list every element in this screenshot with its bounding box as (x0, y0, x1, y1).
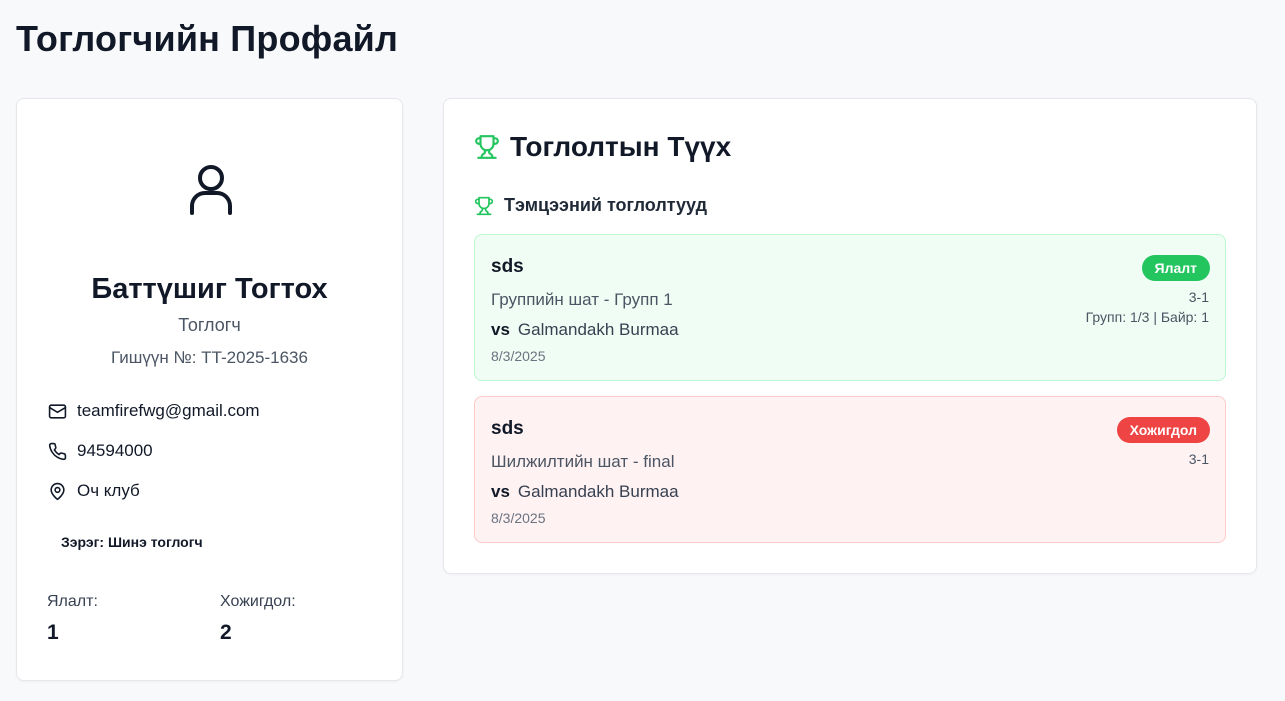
match-date: 8/3/2025 (491, 510, 546, 526)
match-date: 8/3/2025 (491, 348, 546, 364)
player-name: Баттүшиг Тогтох (91, 273, 328, 305)
result-badge: Ялалт (1141, 255, 1210, 281)
phone-icon (47, 441, 67, 461)
rank-label: Зэрэг: Шинэ тоглогч (61, 534, 203, 550)
map-pin-icon (47, 481, 67, 501)
phone-text[interactable]: 94594000 (77, 441, 153, 461)
profile-card: Баттүшиг Тогтох Тоглогч Гишүүн №: TT-202… (16, 98, 403, 681)
tournament-name: sds (491, 418, 524, 439)
match-card[interactable]: sds Шилжилтийн шат - final vs Galmandakh … (474, 396, 1226, 543)
result-badge: Хожигдол (1116, 417, 1210, 443)
vs-label: vs (491, 482, 510, 501)
losses-value: 2 (220, 621, 232, 644)
club-row: Оч клуб (47, 481, 140, 501)
opponent-name: Galmandakh Burmaa (517, 482, 679, 501)
group-info: Групп: 1/3 | Байр: 1 (1085, 309, 1209, 325)
email-row: teamfirefwg@gmail.com (47, 401, 260, 421)
wins-value: 1 (47, 621, 59, 644)
section-title: Тэмцээний тоглолтууд (504, 195, 708, 215)
email-text[interactable]: teamfirefwg@gmail.com (77, 401, 260, 421)
match-history-card: Тоглолтын Түүх Тэмцээний тоглолтууд sds … (443, 98, 1257, 574)
opponent-line: vs Galmandakh Burmaa (491, 320, 679, 340)
mail-icon (47, 401, 67, 421)
match-score: 3-1 (1188, 289, 1209, 305)
section-header: Тэмцээний тоглолтууд (474, 195, 707, 216)
opponent-line: vs Galmandakh Burmaa (491, 482, 679, 502)
losses-label: Хожигдол: (220, 593, 296, 610)
vs-label: vs (491, 320, 510, 339)
player-role: Тоглогч (178, 315, 241, 335)
tournament-name: sds (491, 256, 524, 277)
history-title: Тоглолтын Түүх (510, 131, 732, 162)
history-header: Тоглолтын Түүх (474, 131, 731, 163)
page-title: Тоглогчийн Профайл (16, 18, 399, 59)
match-card[interactable]: sds Группийн шат - Групп 1 vs Galmandakh … (474, 234, 1226, 381)
match-score: 3-1 (1188, 451, 1209, 467)
match-stage: Группийн шат - Групп 1 (491, 290, 673, 309)
user-icon (190, 165, 232, 215)
member-id: Гишүүн №: TT-2025-1636 (111, 348, 308, 367)
wins-label: Ялалт: (47, 593, 98, 610)
match-stage: Шилжилтийн шат - final (491, 452, 675, 471)
trophy-icon (474, 196, 494, 215)
opponent-name: Galmandakh Burmaa (517, 320, 679, 339)
phone-row: 94594000 (47, 441, 153, 461)
trophy-icon (475, 135, 499, 159)
club-text: Оч клуб (77, 481, 140, 500)
